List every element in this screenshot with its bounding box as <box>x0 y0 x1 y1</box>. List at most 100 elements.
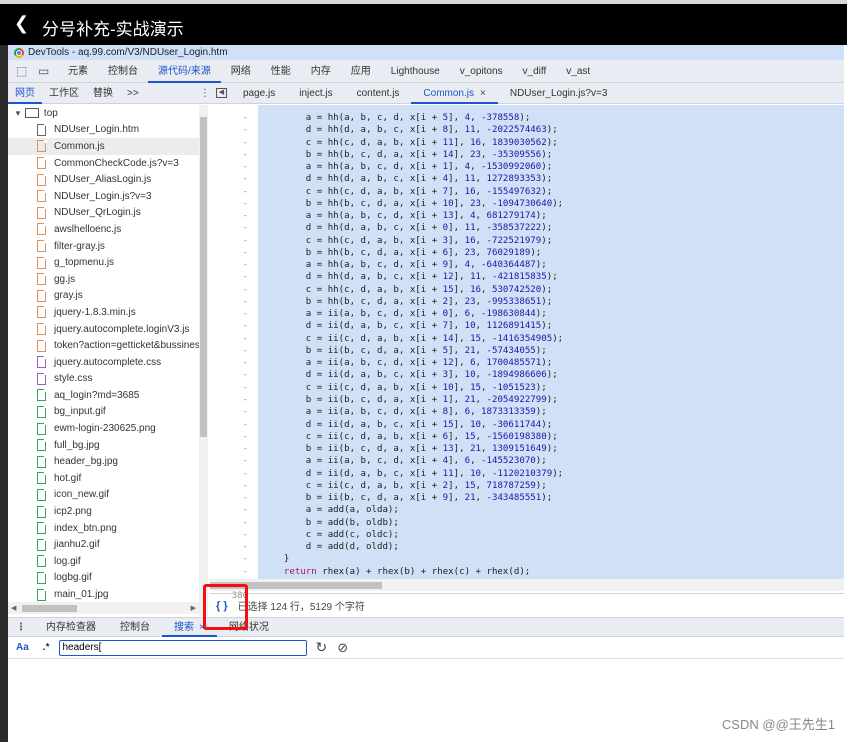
file-name: NDUser_AliasLogin.js <box>54 174 152 186</box>
file-tab[interactable]: inject.js <box>287 83 344 104</box>
file-item[interactable]: style.css <box>8 371 208 388</box>
number-token: 4 <box>442 456 449 467</box>
file-tab[interactable]: NDUser_Login.js?v=3 <box>498 83 620 104</box>
expand-triangle-icon[interactable]: ▼ <box>14 109 22 118</box>
tab-3[interactable]: 网络 <box>221 60 261 83</box>
img-file-icon <box>37 455 47 468</box>
clear-search-icon[interactable]: ⊘ <box>337 640 348 656</box>
code-editor[interactable]: a = hh(a, b, c, d, x[i + 5], 4, -378558)… <box>258 105 844 579</box>
number-token: -1120210379 <box>491 468 553 479</box>
file-tab[interactable]: Common.js × <box>411 83 498 104</box>
number-token: 16 <box>470 137 482 148</box>
code-line: a = ii(a, b, c, d, x[i + 8], 6, 18733133… <box>262 407 547 418</box>
file-name: log.gif <box>54 555 81 567</box>
img-file-icon <box>37 405 47 418</box>
number-token: 13 <box>442 211 454 222</box>
file-item[interactable]: Common.js <box>8 138 208 155</box>
number-token: 6 <box>442 247 449 258</box>
file-item[interactable]: jquery.autocomplete.loginV3.js <box>8 321 208 338</box>
navigator-tab-2[interactable]: 替换 <box>86 83 120 104</box>
tab-0[interactable]: 元素 <box>58 60 98 83</box>
file-item[interactable]: header_bg.jpg <box>8 453 208 470</box>
close-tab-icon[interactable]: × <box>480 88 486 99</box>
search-input[interactable] <box>59 639 308 656</box>
drawer-tab[interactable]: 内存检查器 <box>34 618 108 637</box>
file-item[interactable]: CommonCheckCode.js?v=3 <box>8 155 208 172</box>
file-name: NDUser_Login.js?v=3 <box>54 190 152 202</box>
file-item[interactable]: NDUser_QrLogin.js <box>8 205 208 222</box>
code-line: b = ii(b, c, d, a, x[i + 5], 21, -574340… <box>262 345 547 356</box>
drawer-tab[interactable]: 控制台 <box>108 618 162 637</box>
line-number: - <box>242 309 248 320</box>
file-item[interactable]: gray.js <box>8 288 208 305</box>
device-toolbar-icon[interactable]: ▭ <box>38 64 52 78</box>
file-item[interactable]: hot.gif <box>8 470 208 487</box>
file-item[interactable]: gg.js <box>8 271 208 288</box>
tab-5[interactable]: 内存 <box>301 60 341 83</box>
number-token: 11 <box>470 272 482 283</box>
file-item[interactable]: jquery-1.8.3.min.js <box>8 304 208 321</box>
navigator-vertical-scrollbar[interactable] <box>199 105 208 616</box>
tab-8[interactable]: v_opitons <box>450 60 513 83</box>
back-chevron-icon[interactable]: ❮ <box>14 13 29 34</box>
file-item[interactable]: awslhelloenc.js <box>8 221 208 238</box>
file-item[interactable]: jquery.autocomplete.css <box>8 354 208 371</box>
tab-2[interactable]: 源代码/来源 <box>148 60 221 83</box>
file-item[interactable]: token?action=getticket&bussinessType <box>8 337 208 354</box>
img-file-icon <box>37 422 47 435</box>
number-token: 3 <box>442 235 449 246</box>
file-item[interactable]: NDUser_Login.js?v=3 <box>8 188 208 205</box>
tree-root-top[interactable]: ▼ top <box>8 105 208 122</box>
line-number: - <box>242 345 248 356</box>
navigator-horizontal-scrollbar[interactable]: ◀ ▶ <box>8 602 199 614</box>
line-number: - <box>242 480 248 491</box>
file-item[interactable]: aq_login?md=3685 <box>8 387 208 404</box>
file-name: style.css <box>54 373 93 385</box>
file-tab[interactable]: content.js <box>345 83 412 104</box>
scroll-right-icon[interactable]: ▶ <box>191 604 196 612</box>
match-case-toggle[interactable]: Aa <box>16 642 29 653</box>
tab-9[interactable]: v_diff <box>513 60 557 83</box>
file-item[interactable]: full_bg.jpg <box>8 437 208 454</box>
number-token: 15 <box>442 419 454 430</box>
number-token: 10 <box>442 382 454 393</box>
file-item[interactable]: filter-gray.js <box>8 238 208 255</box>
tab-1[interactable]: 控制台 <box>98 60 148 83</box>
navigator-tab-3[interactable]: >> <box>120 83 146 104</box>
tab-10[interactable]: v_ast <box>556 60 600 83</box>
navigator-tab-1[interactable]: 工作区 <box>42 83 86 104</box>
drawer-more-icon[interactable]: ⋮ <box>8 622 34 633</box>
file-tab[interactable]: page.js <box>231 83 287 104</box>
file-item[interactable]: bg_input.gif <box>8 404 208 421</box>
refresh-icon[interactable]: ↻ <box>315 639 327 656</box>
tab-7[interactable]: Lighthouse <box>381 60 450 83</box>
file-item[interactable]: icon_new.gif <box>8 487 208 504</box>
file-item[interactable]: main_01.jpg <box>8 586 208 603</box>
file-item[interactable]: NDUser_Login.htm <box>8 122 208 139</box>
scroll-left-icon[interactable]: ◀ <box>11 604 16 612</box>
tab-4[interactable]: 性能 <box>261 60 301 83</box>
file-item[interactable]: log.gif <box>8 553 208 570</box>
file-item[interactable]: jianhu2.gif <box>8 536 208 553</box>
code-line: c = add(c, oldc); <box>262 529 399 540</box>
tab-6[interactable]: 应用 <box>341 60 381 83</box>
number-token: 21 <box>470 444 482 455</box>
file-item[interactable]: ewm-login-230625.png <box>8 420 208 437</box>
file-item[interactable]: NDUser_AliasLogin.js <box>8 171 208 188</box>
drawer-tab-label: 搜索 <box>174 621 194 633</box>
regex-toggle[interactable]: .* <box>43 642 50 653</box>
file-item[interactable]: index_btn.png <box>8 520 208 537</box>
navigator-more-icon[interactable]: ⋮ <box>200 88 210 99</box>
navigator-tab-0[interactable]: 网页 <box>8 83 42 104</box>
number-token: 5 <box>442 113 449 123</box>
editor-horizontal-scrollbar[interactable] <box>210 579 844 591</box>
inspect-element-icon[interactable]: ⬚ <box>16 64 30 78</box>
js-file-icon <box>37 322 47 336</box>
toggle-navigator-icon[interactable]: ◀ <box>216 88 227 98</box>
code-line: a = hh(a, b, c, d, x[i + 9], 4, -6403644… <box>262 260 547 271</box>
code-line: c = hh(c, d, a, b, x[i + 3], 16, -722521… <box>262 235 553 246</box>
number-token: -995338651 <box>486 296 542 307</box>
file-item[interactable]: g_topmenu.js <box>8 254 208 271</box>
file-item[interactable]: logbg.gif <box>8 570 208 587</box>
file-item[interactable]: icp2.png <box>8 503 208 520</box>
